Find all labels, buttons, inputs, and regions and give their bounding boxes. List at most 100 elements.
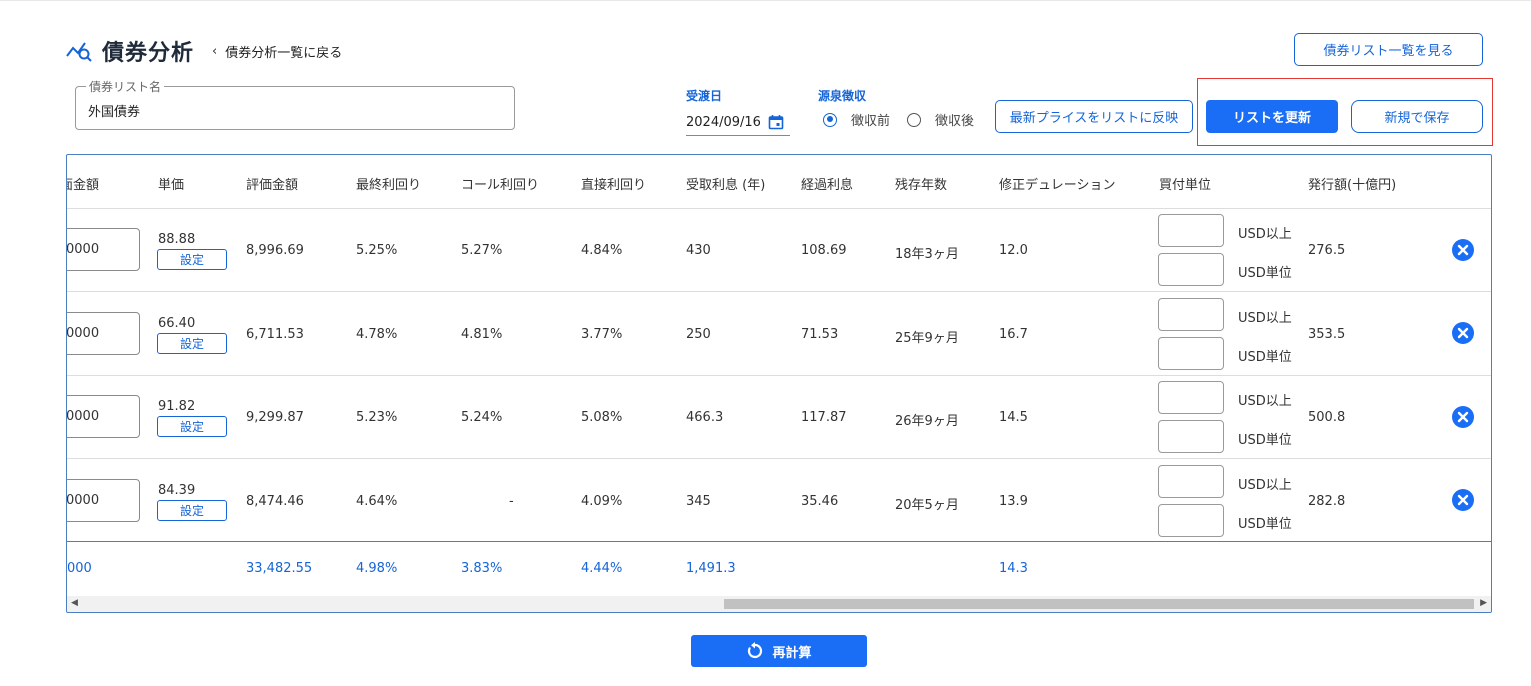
header-current-yield: 直接利回り xyxy=(581,178,647,193)
purchase-increment-unit: USD単位 xyxy=(1238,433,1292,448)
header-valuation: 評価金額 xyxy=(246,178,299,193)
total-valuation: 33,482.55 xyxy=(246,561,313,576)
radio-unselected-icon[interactable] xyxy=(907,112,921,127)
mod-duration-value: 13.9 xyxy=(999,494,1028,509)
total-ytc: 3.83% xyxy=(461,561,503,576)
withholding-label: 源泉徴収 xyxy=(818,89,867,103)
purchase-increment-input[interactable] xyxy=(1158,420,1224,453)
set-price-button[interactable]: 設定 xyxy=(157,249,227,270)
scroll-left-icon[interactable]: ◀ xyxy=(71,598,78,608)
valuation-value: 6,711.53 xyxy=(246,327,304,342)
header-yield-to-maturity: 最終利回り xyxy=(356,178,422,193)
row-divider xyxy=(67,375,1491,376)
ytm-value: 5.25% xyxy=(356,243,398,258)
ytc-value: 5.27% xyxy=(461,243,503,258)
remaining-years-value: 25年9ヶ月 xyxy=(895,331,959,346)
set-price-button[interactable]: 設定 xyxy=(157,416,227,437)
scroll-right-icon[interactable]: ▶ xyxy=(1480,598,1487,608)
set-price-button[interactable]: 設定 xyxy=(157,333,227,354)
bond-table: 面金額 単価 評価金額 最終利回り コール利回り 直接利回り 受取利息 (年) … xyxy=(66,154,1492,613)
settlement-date-label: 受渡日 xyxy=(686,89,723,103)
remaining-years-value: 18年3ヶ月 xyxy=(895,247,959,262)
total-mod-duration: 14.3 xyxy=(999,561,1028,576)
header-accrued-interest: 経過利息 xyxy=(801,178,854,193)
face-amount-input[interactable]: 0000 xyxy=(67,479,140,522)
page-title: 債券分析 xyxy=(102,41,195,66)
mod-duration-value: 14.5 xyxy=(999,410,1028,425)
annual-interest-value: 250 xyxy=(686,327,711,342)
horizontal-scrollbar[interactable]: ◀ ▶ xyxy=(67,596,1491,612)
min-purchase-unit: USD以上 xyxy=(1238,478,1292,493)
valuation-value: 8,474.46 xyxy=(246,494,304,509)
ytc-value: 5.24% xyxy=(461,410,503,425)
purchase-increment-unit: USD単位 xyxy=(1238,350,1292,365)
header-face-amount: 面金額 xyxy=(67,178,100,193)
set-price-button[interactable]: 設定 xyxy=(157,500,227,521)
min-purchase-input[interactable] xyxy=(1158,298,1224,331)
purchase-increment-input[interactable] xyxy=(1158,337,1224,370)
scrollbar-thumb[interactable] xyxy=(724,599,1474,609)
delete-row-icon[interactable] xyxy=(1452,322,1474,344)
min-purchase-unit: USD以上 xyxy=(1238,394,1292,409)
ytm-value: 4.78% xyxy=(356,327,398,342)
min-purchase-input[interactable] xyxy=(1158,465,1224,498)
recalculate-label: 再計算 xyxy=(772,645,812,661)
min-purchase-input[interactable] xyxy=(1158,214,1224,247)
min-purchase-input[interactable] xyxy=(1158,381,1224,414)
face-amount-input[interactable]: 0000 xyxy=(67,312,140,355)
view-list-button[interactable]: 債券リスト一覧を見る xyxy=(1294,33,1483,66)
reflect-price-button[interactable]: 最新プライスをリストに反映 xyxy=(995,100,1193,133)
current-yield-value: 5.08% xyxy=(581,410,623,425)
min-purchase-unit: USD以上 xyxy=(1238,311,1292,326)
list-name-value: 外国債券 xyxy=(88,105,141,120)
settlement-date-input[interactable]: 2024/09/16 xyxy=(686,112,790,136)
current-yield-value: 4.84% xyxy=(581,243,623,258)
delete-row-icon[interactable] xyxy=(1452,406,1474,428)
issue-amount-value: 353.5 xyxy=(1308,327,1346,342)
chevron-left-icon: ‹ xyxy=(212,43,218,59)
header-unit-price: 単価 xyxy=(158,178,185,193)
back-link[interactable]: ‹ 債券分析一覧に戻る xyxy=(212,42,342,61)
face-amount-value: 0000 xyxy=(66,242,100,257)
refresh-icon xyxy=(748,642,763,659)
current-yield-value: 4.09% xyxy=(581,494,623,509)
price-value: 91.82 xyxy=(158,399,196,414)
purchase-increment-input[interactable] xyxy=(1158,504,1224,537)
row-divider xyxy=(67,458,1491,459)
mod-duration-value: 16.7 xyxy=(999,327,1028,342)
current-yield-value: 3.77% xyxy=(581,327,623,342)
face-amount-input[interactable]: 0000 xyxy=(66,228,140,271)
delete-row-icon[interactable] xyxy=(1452,489,1474,511)
ytc-value: 4.81% xyxy=(461,327,503,342)
header-remaining-years: 残存年数 xyxy=(895,178,948,193)
remaining-years-value: 26年9ヶ月 xyxy=(895,414,959,429)
annual-interest-value: 466.3 xyxy=(686,410,724,425)
list-name-field[interactable]: 債券リスト名 外国債券 xyxy=(75,78,515,130)
withholding-before-option[interactable]: 徴収前 xyxy=(823,110,890,129)
withholding-after-label: 徴収後 xyxy=(935,114,975,129)
withholding-before-label: 徴収前 xyxy=(851,114,891,129)
purchase-increment-unit: USD単位 xyxy=(1238,266,1292,281)
purchase-increment-input[interactable] xyxy=(1158,253,1224,286)
min-purchase-unit: USD以上 xyxy=(1238,227,1292,242)
back-link-label: 債券分析一覧に戻る xyxy=(225,45,343,61)
radio-selected-icon[interactable] xyxy=(823,112,837,127)
withholding-after-option[interactable]: 徴収後 xyxy=(907,110,974,129)
annual-interest-value: 430 xyxy=(686,243,711,258)
title-area: 債券分析 ‹ 債券分析一覧に戻る xyxy=(66,35,342,67)
issue-amount-value: 276.5 xyxy=(1308,243,1346,258)
totals-divider xyxy=(67,541,1491,542)
settlement-date-value: 2024/09/16 xyxy=(686,115,761,130)
accrued-interest-value: 35.46 xyxy=(801,494,839,509)
total-face-amount: 000 xyxy=(67,561,92,576)
issue-amount-value: 500.8 xyxy=(1308,410,1346,425)
list-name-label: 債券リスト名 xyxy=(86,78,165,95)
header-modified-duration: 修正デュレーション xyxy=(999,178,1116,193)
calendar-icon[interactable] xyxy=(768,114,784,130)
total-current-yield: 4.44% xyxy=(581,561,623,576)
recalculate-button[interactable]: 再計算 xyxy=(691,635,867,667)
delete-row-icon[interactable] xyxy=(1452,239,1474,261)
face-amount-input[interactable]: 0000 xyxy=(67,395,140,438)
mod-duration-value: 12.0 xyxy=(999,243,1028,258)
price-value: 66.40 xyxy=(158,316,196,331)
